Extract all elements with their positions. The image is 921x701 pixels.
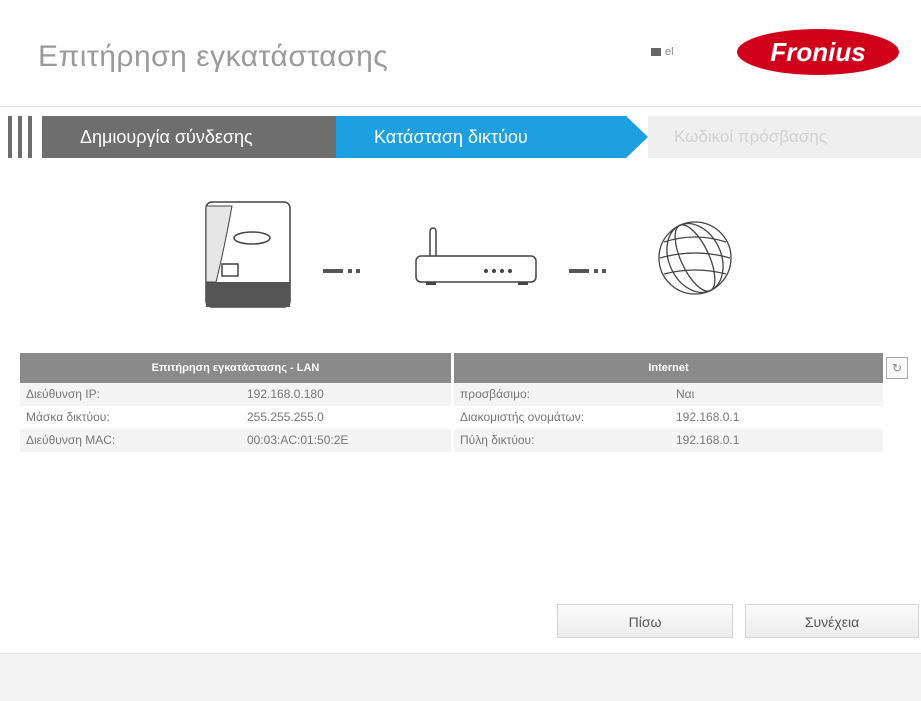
row-label: Διακομιστής ονομάτων:	[460, 410, 585, 424]
internet-table: Internet προσβάσιμο: Ναι Διακομιστής ονο…	[454, 353, 883, 452]
row-value: 00:03:AC:01:50:2E	[247, 433, 349, 447]
row-value: 255.255.255.0	[247, 410, 324, 424]
row-label: προσβάσιμο:	[460, 387, 531, 401]
row-value: Ναι	[676, 387, 695, 401]
table-row: Πύλη δικτύου: 192.168.0.1	[454, 429, 883, 452]
header-bar: Επιτήρηση εγκατάστασης el Fronius	[0, 0, 921, 108]
row-label: Διεύθυνση IP:	[26, 387, 100, 401]
language-code: el	[665, 46, 674, 58]
network-diagram	[205, 201, 732, 308]
table-row: Διεύθυνση IP: 192.168.0.180	[20, 383, 451, 406]
table-row: προσβάσιμο: Ναι	[454, 383, 883, 406]
refresh-button[interactable]: ↻	[886, 357, 908, 379]
language-selector[interactable]: el	[651, 46, 674, 58]
connector-1-icon	[323, 269, 360, 273]
back-button[interactable]: Πίσω	[557, 604, 733, 638]
wizard-steps: Δημιουργία σύνδεσης Κατάσταση δικτύου Κω…	[8, 116, 921, 158]
row-value: 192.168.0.1	[676, 410, 740, 424]
internet-table-header: Internet	[454, 353, 883, 383]
row-value: 192.168.0.1	[676, 433, 740, 447]
row-label: Πύλη δικτύου:	[460, 433, 535, 447]
lan-table-header: Επιτήρηση εγκατάστασης - LAN	[20, 353, 451, 383]
internet-table-body: προσβάσιμο: Ναι Διακομιστής ονομάτων: 19…	[454, 383, 883, 452]
header-divider	[0, 106, 921, 107]
row-label: Μάσκα δικτύου:	[26, 410, 110, 424]
lan-table: Επιτήρηση εγκατάστασης - LAN Διεύθυνση I…	[20, 353, 451, 452]
row-label: Διεύθυνση MAC:	[26, 433, 116, 447]
table-row: Διεύθυνση MAC: 00:03:AC:01:50:2E	[20, 429, 451, 452]
inverter-icon	[205, 201, 291, 308]
row-value: 192.168.0.180	[247, 387, 324, 401]
lan-table-body: Διεύθυνση IP: 192.168.0.180 Μάσκα δικτύο…	[20, 383, 451, 452]
router-icon	[415, 227, 537, 285]
table-row: Διακομιστής ονομάτων: 192.168.0.1	[454, 406, 883, 429]
footer-bar	[0, 654, 921, 701]
table-row: Μάσκα δικτύου: 255.255.255.0	[20, 406, 451, 429]
step-create-connection[interactable]: Δημιουργία σύνδεσης	[42, 116, 344, 158]
continue-button[interactable]: Συνέχεια	[745, 604, 919, 638]
step-network-status[interactable]: Κατάσταση δικτύου	[336, 116, 626, 158]
globe-icon	[658, 221, 732, 295]
step-passwords: Κωδικοί πρόσβασης	[648, 116, 921, 158]
fronius-logo: Fronius	[737, 29, 899, 75]
active-step-arrow	[626, 116, 648, 158]
page-title: Επιτήρηση εγκατάστασης	[38, 40, 389, 73]
brand-name: Fronius	[770, 37, 865, 67]
connector-2-icon	[569, 269, 606, 273]
step-progress-bars	[8, 116, 32, 158]
flag-icon	[651, 48, 661, 56]
refresh-icon: ↻	[891, 361, 903, 375]
